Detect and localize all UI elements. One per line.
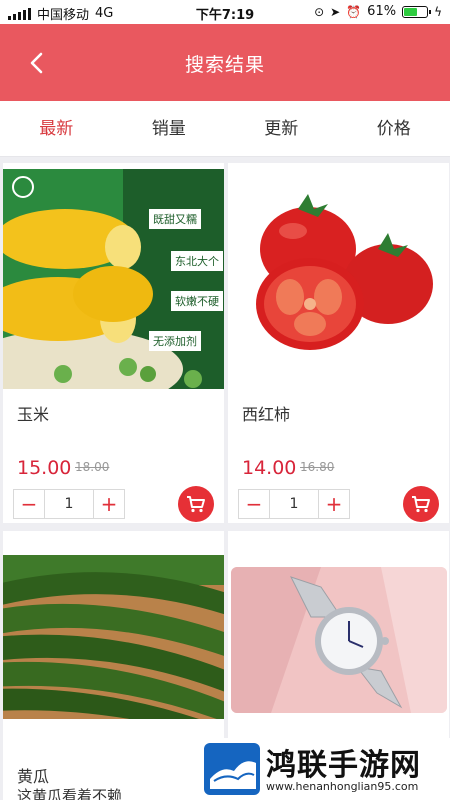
page-title: 搜索结果 — [184, 54, 265, 76]
product-image-corn[interactable]: 既甜又糯 东北大个 软嫩不硬 无添加剂 — [3, 169, 224, 389]
status-bar: 中国移动 4G 下午7:19 ⊙ ➤ ⏰ 61% ϟ — [0, 0, 450, 24]
nav-bar: 搜索结果 — [0, 24, 450, 101]
increment-button[interactable]: + — [319, 490, 349, 518]
lock-rotation-icon: ⊙ — [314, 4, 325, 19]
corn-image — [3, 169, 224, 389]
product-subtitle: 这黄瓜看着不赖 — [17, 787, 123, 800]
tab-updated[interactable]: 更新 — [225, 101, 338, 156]
corn-tag-1: 既甜又糯 — [149, 209, 201, 229]
product-image-tomato[interactable] — [228, 169, 449, 389]
quantity-value[interactable]: 1 — [269, 490, 319, 518]
quantity-stepper: − 1 + — [13, 489, 125, 519]
tab-latest[interactable]: 最新 — [0, 101, 113, 156]
product-name: 黄瓜 — [17, 767, 50, 786]
add-to-cart-button[interactable] — [403, 486, 439, 522]
decrement-button[interactable]: − — [239, 490, 269, 518]
status-right: ⊙ ➤ ⏰ 61% ϟ — [314, 4, 442, 19]
alarm-icon: ⏰ — [346, 4, 362, 19]
watermark-url: www.henanhonglian95.com — [266, 780, 419, 793]
sort-tabs: 最新 销量 更新 价格 — [0, 101, 450, 157]
cucumber-image — [3, 555, 224, 719]
watermark-title: 鸿联手游网 — [266, 748, 421, 783]
product-name: 玉米 — [17, 405, 50, 424]
corn-tag-3: 软嫩不硬 — [171, 291, 223, 311]
product-name: 西红柿 — [242, 405, 291, 424]
decrement-button[interactable]: − — [14, 490, 44, 518]
product-image-watch[interactable] — [231, 567, 447, 713]
cart-icon — [412, 496, 430, 513]
site-logo — [204, 743, 260, 795]
tab-price[interactable]: 价格 — [338, 101, 450, 156]
add-to-cart-button[interactable] — [178, 486, 214, 522]
product-card-cucumber[interactable]: 黄瓜 这黄瓜看着不赖 — [3, 531, 224, 800]
cart-icon — [187, 496, 205, 513]
product-price: 14.00 — [242, 457, 297, 479]
quantity-value[interactable]: 1 — [44, 490, 94, 518]
quantity-stepper: − 1 + — [238, 489, 350, 519]
product-price: 15.00 — [17, 457, 72, 479]
tomato-image — [228, 169, 449, 389]
corn-tag-2: 东北大个 — [171, 251, 223, 271]
corn-tag-4: 无添加剂 — [149, 331, 201, 351]
location-icon: ➤ — [330, 4, 341, 19]
watermark-banner: 鸿联手游网 www.henanhonglian95.com — [200, 738, 450, 800]
product-card-corn[interactable]: 既甜又糯 东北大个 软嫩不硬 无添加剂 玉米 15.00 18.00 − 1 + — [3, 163, 224, 523]
charging-icon: ϟ — [434, 4, 442, 19]
product-old-price: 16.80 — [300, 460, 335, 474]
watch-image — [231, 567, 447, 713]
product-card-tomato[interactable]: 西红柿 14.00 16.80 − 1 + — [228, 163, 449, 523]
increment-button[interactable]: + — [94, 490, 124, 518]
product-image-cucumber[interactable] — [3, 555, 224, 719]
battery-icon — [402, 5, 432, 18]
product-old-price: 18.00 — [75, 460, 110, 474]
tab-sales[interactable]: 销量 — [113, 101, 226, 156]
battery-level — [404, 7, 418, 16]
battery-percent: 61% — [367, 4, 397, 19]
